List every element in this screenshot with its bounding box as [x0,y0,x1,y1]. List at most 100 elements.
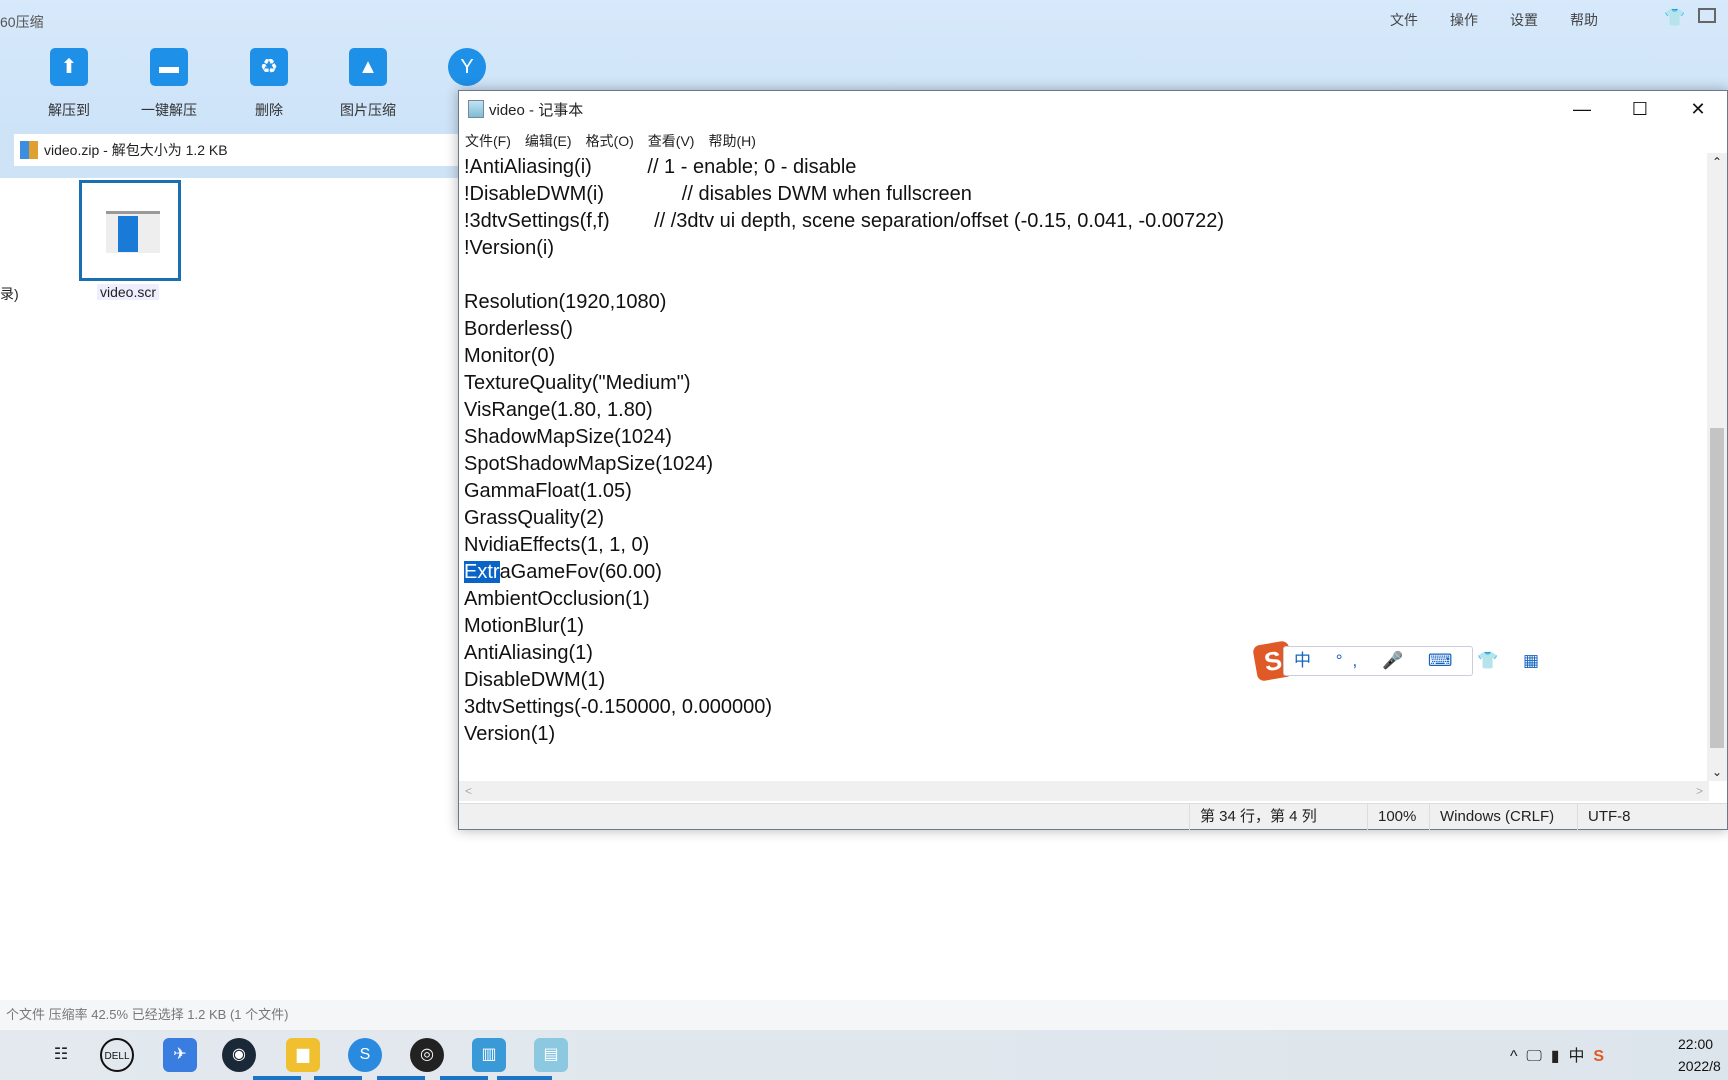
zip-archive-icon [20,141,38,159]
dell-icon[interactable]: DELL [100,1038,134,1072]
one-click-extract-button[interactable]: ▬ 一键解压 [124,48,214,120]
line: GrassQuality(2) [464,507,605,529]
line-rest: aGameFov(60.00) [499,561,662,583]
menu-view[interactable]: 查看(V) [648,133,695,149]
line [464,262,1704,289]
line: AmbientOcclusion(1) [464,588,650,610]
menu-operate[interactable]: 操作 [1450,10,1478,30]
battery-icon[interactable]: ▮ [1551,1048,1560,1065]
chevron-up-icon[interactable]: ^ [1510,1048,1518,1065]
line: SpotShadowMapSize(1024) [464,453,714,475]
horizontal-scrollbar[interactable]: < > [459,781,1709,801]
line: Resolution(1920,1080) [464,291,667,313]
ime-toolbar[interactable]: S中 °, 🎤 ⌨ 👕 ▦ [1252,640,1539,682]
menu-file[interactable]: 文件 [1390,10,1418,30]
task-view-icon[interactable]: ☷ [44,1038,78,1072]
extract-to-button[interactable]: ⬆ 解压到 [24,48,114,120]
menu-file[interactable]: 文件(F) [465,133,511,149]
sogou-browser-icon[interactable]: S [348,1038,382,1072]
taskbar [0,1030,1728,1080]
line: DisableDWM(1) [464,669,606,691]
menu-help[interactable]: 帮助 [1570,10,1598,30]
recycle-bin-icon: ♻ [250,48,288,86]
menu-edit[interactable]: 编辑(E) [525,133,572,149]
running-indicator [440,1076,488,1080]
menu-format[interactable]: 格式(O) [586,133,634,149]
sogou-ime-icon[interactable]: S [1593,1048,1604,1065]
screensaver-file-icon [106,211,160,253]
line: ExtraGameFov(60.00) [464,559,1704,586]
line: Monitor(0) [464,345,556,367]
label: 删除 [255,102,283,118]
clock-time: 22:00 [1678,1036,1714,1052]
image-zip-icon: ▲ [349,48,387,86]
feedback-icon[interactable] [1698,8,1716,23]
line: NvidiaEffects(1, 1, 0) [464,534,650,556]
zoom-level: 100% [1367,804,1416,830]
line: Version(1) [464,723,556,745]
text-editor[interactable]: !AntiAliasing(i) // 1 - enable; 0 - disa… [459,153,1709,781]
line: !AntiAliasing(i) // 1 - enable; 0 - disa… [464,156,857,178]
line: !Version(i) [464,237,555,259]
tools-button[interactable]: Y [422,48,512,86]
running-indicator [497,1076,552,1080]
folder-icon: ▬ [150,48,188,86]
line: !3dtvSettings(f,f) // /3dtv ui depth, sc… [464,210,1225,232]
maximize-button[interactable]: ☐ [1611,91,1669,127]
clock-date: 2022/8 [1678,1058,1721,1074]
scroll-up-icon[interactable]: ⌃ [1712,155,1722,169]
network-icon[interactable]: 🖵 [1526,1048,1541,1065]
delete-button[interactable]: ♻ 删除 [224,48,314,120]
input-method-icon[interactable]: 中 [1568,1048,1584,1065]
feishu-icon[interactable]: ✈ [163,1038,197,1072]
encoding: UTF-8 [1577,804,1631,830]
label: 图片压缩 [340,102,396,118]
line: ShadowMapSize(1024) [464,426,672,448]
obs-icon[interactable]: ◎ [410,1038,444,1072]
line: MotionBlur(1) [464,615,585,637]
text-selection: Extr [464,561,500,583]
label: 解压到 [48,102,90,118]
line: !DisableDWM(i) // disables DWM when full… [464,183,972,205]
line: GammaFloat(1.05) [464,480,632,502]
line: Borderless() [464,318,573,340]
menu-bar: 文件(F) 编辑(E) 格式(O) 查看(V) 帮助(H) [465,131,770,151]
scroll-thumb[interactable] [1710,428,1724,748]
image-compress-button[interactable]: ▲ 图片压缩 [323,48,413,120]
folder-up-icon: ⬆ [50,48,88,86]
vertical-scrollbar[interactable]: ⌃ ⌄ [1707,153,1727,781]
scroll-left-icon[interactable]: < [465,784,472,798]
file-item[interactable] [79,180,181,281]
notepad-window: video - 记事本 — ☐ ✕ 文件(F) 编辑(E) 格式(O) 查看(V) 帮助… [458,90,1728,830]
minimize-button[interactable]: — [1553,91,1611,127]
menu-help[interactable]: 帮助(H) [708,133,755,149]
system-tray[interactable]: ^ 🖵 ▮ 中 S [1510,1042,1604,1066]
line-ending: Windows (CRLF) [1429,804,1554,830]
cursor-position: 第 34 行，第 4 列 [1189,804,1317,830]
folder-tree-label[interactable]: 录) [0,284,19,304]
close-button[interactable]: ✕ [1669,91,1727,127]
status-bar: 第 34 行，第 4 列 100% Windows (CRLF) UTF-8 [459,803,1727,830]
360zip-icon[interactable]: ▥ [472,1038,506,1072]
scroll-down-icon[interactable]: ⌄ [1712,765,1722,779]
notepad-icon [468,100,484,118]
menu-settings[interactable]: 设置 [1510,10,1538,30]
running-indicator [377,1076,425,1080]
app-title: 60压缩 [0,14,44,30]
file-name[interactable]: video.scr [97,284,160,300]
skin-icon[interactable]: 👕 [1664,8,1685,28]
file-explorer-icon[interactable]: ▆ [286,1038,320,1072]
line: 3dtvSettings(-0.150000, 0.000000) [464,696,772,718]
notepad-task-icon[interactable]: ▤ [534,1038,568,1072]
zip-status-bar: 个文件 压缩率 42.5% 已经选择 1.2 KB (1 个文件) [0,1000,1728,1030]
line: TextureQuality("Medium") [464,372,691,394]
running-indicator [253,1076,301,1080]
steam-icon[interactable]: ◉ [222,1038,256,1072]
line: VisRange(1.80, 1.80) [464,399,653,421]
running-indicator [314,1076,362,1080]
scroll-right-icon[interactable]: > [1696,784,1703,798]
clock[interactable]: 22:00 2022/8 [1678,1033,1721,1077]
ime-tools[interactable]: 中 °, 🎤 ⌨ 👕 ▦ [1283,646,1539,676]
window-title: video - 记事本 [489,102,584,119]
address-bar[interactable]: video.zip - 解包大小为 1.2 KB [14,134,459,166]
